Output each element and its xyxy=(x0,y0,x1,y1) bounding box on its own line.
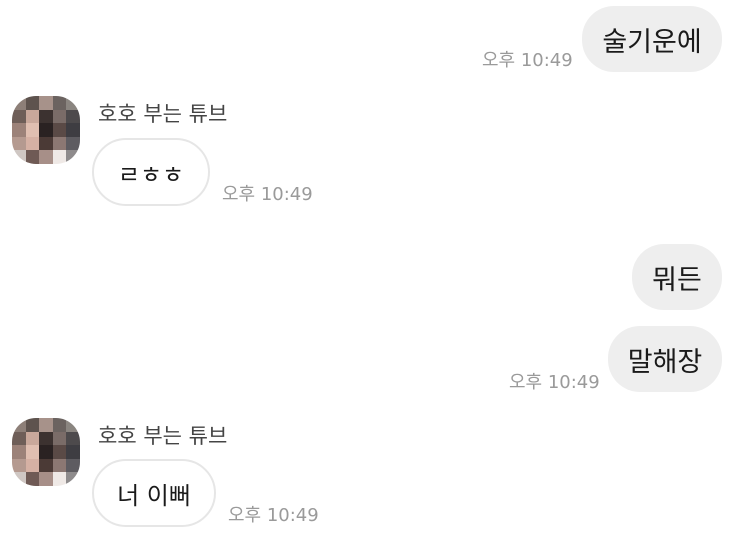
message-timestamp: 오후 10:49 xyxy=(228,505,319,526)
avatar[interactable] xyxy=(12,96,80,164)
outgoing-message-bubble[interactable]: 뭐든 xyxy=(632,244,722,310)
avatar[interactable] xyxy=(12,418,80,486)
message-timestamp: 오후 10:49 xyxy=(222,184,313,205)
message-timestamp: 오후 10:49 xyxy=(482,50,573,71)
sender-name: 호호 부는 튜브 xyxy=(98,424,228,448)
message-timestamp: 오후 10:49 xyxy=(509,372,600,393)
outgoing-message-bubble[interactable]: 말해장 xyxy=(608,326,722,392)
incoming-message-bubble[interactable]: 너 이뻐 xyxy=(92,459,216,527)
incoming-message-bubble[interactable]: ㄹㅎㅎ xyxy=(92,138,210,206)
outgoing-message-bubble[interactable]: 술기운에 xyxy=(582,6,722,72)
sender-name: 호호 부는 튜브 xyxy=(98,102,228,126)
